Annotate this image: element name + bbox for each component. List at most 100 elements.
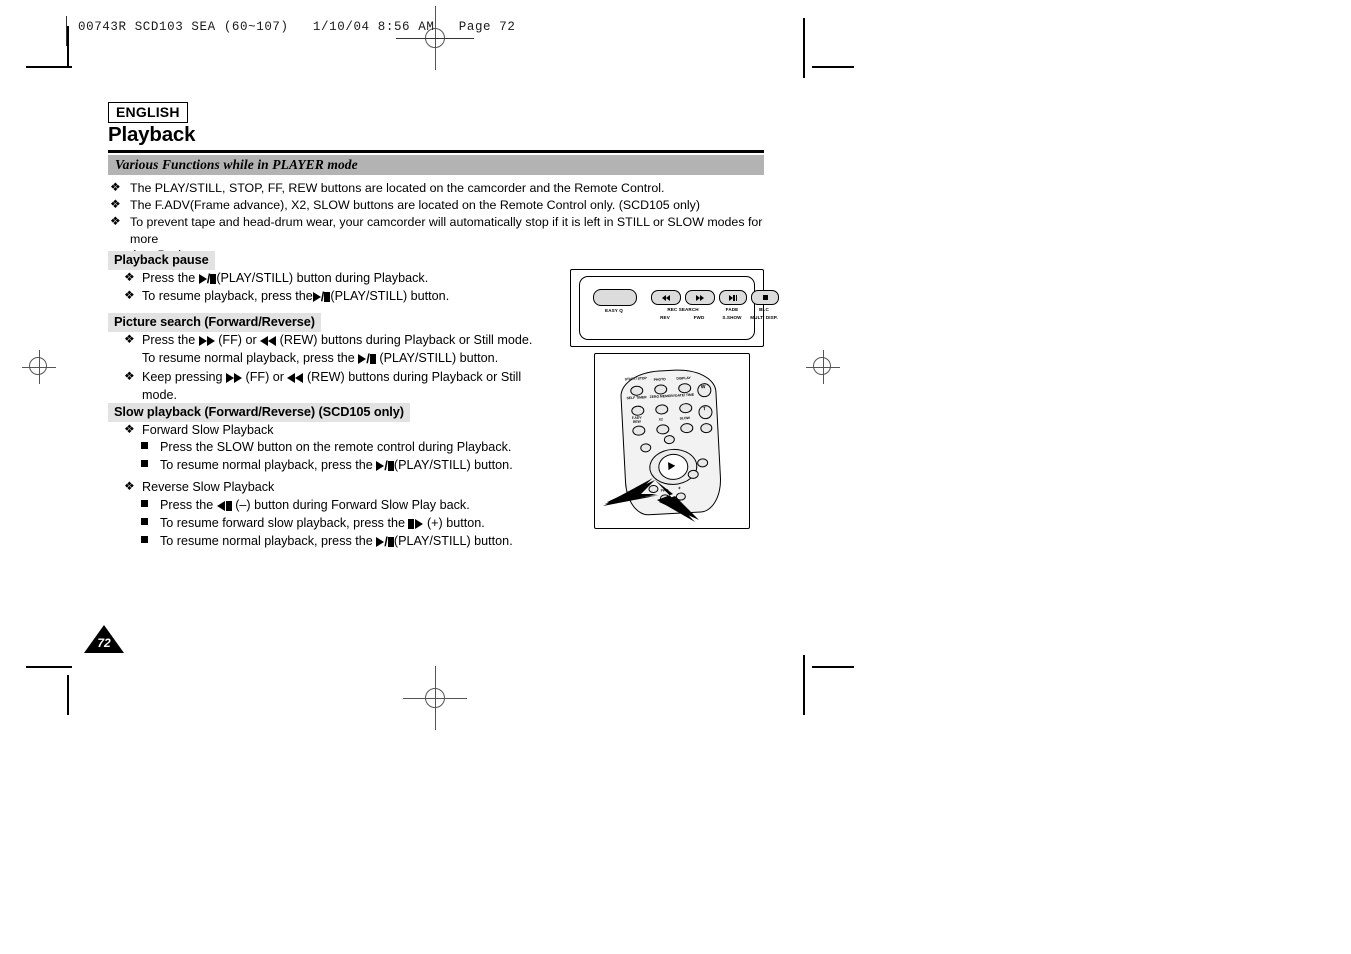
crop-mark-bottom-right-h: [812, 666, 854, 668]
intro-bullet-3: To prevent tape and head-drum wear, your…: [130, 215, 763, 246]
subheading-picture-search: Picture search (Forward/Reverse): [108, 313, 321, 332]
text-segment: To resume normal playback, press the: [160, 534, 377, 549]
rec-search-label: REC SEARCH: [667, 307, 699, 312]
rec-search-rev-button: [651, 290, 681, 305]
reverse-slow-label: Reverse Slow Playback: [142, 480, 275, 495]
registration-mark-left: [22, 350, 56, 384]
square-bullet-icon: [141, 459, 148, 467]
sub-list-item: To resume forward slow playback, press t…: [138, 515, 552, 533]
list-item: ❖ Press the (FF) or (REW) buttons during…: [122, 332, 552, 369]
plus-label: +: [677, 485, 682, 492]
clover-bullet-icon: ❖: [124, 270, 135, 284]
list-item: ❖ The F.ADV(Frame advance), X2, SLOW but…: [110, 197, 770, 214]
rev-label: REV: [660, 315, 670, 320]
slow-plus-button: [675, 492, 687, 501]
slow-button: [680, 422, 694, 434]
slug-left-rule: [66, 16, 67, 46]
pause-bar-icon: [733, 294, 735, 301]
zoom-wide-label: W: [700, 384, 706, 391]
easy-q-label: EASY Q: [605, 308, 623, 313]
play-still-icon: /: [376, 533, 394, 551]
rew-button: [632, 425, 646, 436]
list-item: ❖ Forward Slow Playback: [122, 422, 552, 439]
forward-slow-label: Forward Slow Playback: [142, 423, 274, 437]
slow-label: SLOW: [679, 415, 690, 421]
intro-bullet-2: The F.ADV(Frame advance), X2, SLOW butto…: [130, 198, 700, 213]
square-bullet-icon: [141, 499, 148, 507]
intro-bullet-3-cont: than 5 minutes.: [130, 247, 770, 264]
nav-up-button: [663, 434, 676, 445]
crop-mark-top-right-v: [803, 18, 805, 78]
slug-underline: [396, 38, 474, 39]
slow-forward-icon: [408, 516, 424, 533]
text-segment: (FF) or: [242, 369, 288, 384]
registration-mark-right: [806, 350, 840, 384]
rew-label: REW: [632, 419, 641, 424]
slow-playback-items: ❖ Forward Slow Playback Press the SLOW b…: [122, 422, 552, 552]
text-segment: (FF) or: [214, 333, 261, 347]
print-slug: 00743R SCD103 SEA (60~107) 1/10/04 8:56 …: [78, 20, 516, 34]
pause-bar-icon: [735, 294, 738, 301]
manual-page: 00743R SCD103 SEA (60~107) 1/10/04 8:56 …: [0, 0, 1351, 954]
self-timer-label: SELF TIMER: [626, 395, 647, 401]
list-item: ❖ Reverse Slow Playback: [122, 479, 552, 496]
text-segment: Press the: [160, 497, 217, 512]
text-segment: (REW) buttons during Playback or Still m…: [276, 333, 533, 347]
list-item: ❖ Press the / (PLAY/STILL) button during …: [122, 270, 552, 288]
easy-q-button: [593, 289, 637, 306]
square-bullet-icon: [141, 536, 148, 544]
date-time-button: [678, 402, 693, 414]
camcorder-panel-figure: EASY Q REC SEARCH REV FWD FADE S.SHOW BL…: [570, 269, 779, 347]
zero-memory-button: [655, 404, 669, 415]
display-label: DISPLAY: [676, 375, 691, 381]
registration-mark-bottom: [403, 666, 467, 730]
remote-control-figure: START/ STOP PHOTO DISPLAY SELF TIMER ZER…: [594, 353, 750, 529]
crop-mark-bottom-left-h: [26, 666, 72, 668]
sub-list-item: To resume normal playback, press the / (P…: [138, 457, 552, 475]
sub-list-item: To resume normal playback, press the / (P…: [138, 533, 552, 551]
fast-forward-icon: [700, 294, 704, 301]
crop-mark-top-left-v: [67, 26, 69, 66]
blc-multidisp-button: [751, 290, 779, 305]
fwd-label: FWD: [693, 315, 705, 320]
fade-label: FADE: [725, 307, 739, 312]
list-item: ❖ The PLAY/STILL, STOP, FF, REW buttons …: [110, 180, 770, 197]
blc-label: BLC: [759, 307, 769, 312]
text-segment: (–) button during Forward Slow Play back…: [231, 497, 470, 512]
text-segment: (PLAY/STILL) button.: [375, 351, 499, 366]
slow-reverse-icon: [216, 498, 232, 515]
multidisp-label: MULTI DISP.: [750, 315, 778, 320]
text-segment: Keep pressing: [142, 369, 227, 384]
square-bullet-icon: [141, 518, 148, 526]
sub-list-item: Press the SLOW button on the remote cont…: [138, 439, 552, 456]
zero-memory-label: ZERO MEMORY: [649, 393, 676, 400]
clover-bullet-icon: ❖: [124, 422, 135, 436]
play-icon: [668, 461, 676, 471]
text-segment: To resume normal playback, press the: [142, 351, 359, 366]
start-stop-label: START/ STOP: [624, 376, 647, 382]
play-still-icon: /: [376, 457, 394, 475]
sshow-label: S.SHOW: [722, 315, 742, 320]
clover-bullet-icon: ❖: [110, 197, 121, 212]
rec-search-fwd-button: [685, 290, 715, 305]
date-time-label: DATE/ TIME: [674, 392, 695, 398]
fadv-bottom-button: [659, 494, 671, 503]
intro-bullet-1: The PLAY/STILL, STOP, FF, REW buttons ar…: [130, 181, 665, 195]
text-segment: (PLAY/STILL) button.: [393, 534, 513, 549]
zoom-tele-label: T: [702, 406, 707, 413]
title-rule: [108, 150, 764, 153]
crop-mark-bottom-right-v: [803, 655, 805, 715]
play-still-icon: /: [312, 288, 331, 306]
x2-label: X2: [658, 417, 663, 422]
text-segment: To resume normal playback, press the: [160, 457, 377, 472]
rewind-icon: [287, 370, 304, 387]
clover-bullet-icon: ❖: [124, 368, 135, 383]
clover-bullet-icon: ❖: [124, 288, 135, 303]
play-still-icon: [728, 294, 733, 301]
text-segment: (PLAY/STILL) button.: [393, 457, 513, 472]
photo-label: PHOTO: [653, 377, 666, 382]
section-band: Various Functions while in PLAYER mode: [108, 155, 764, 175]
play-still-icon: /: [358, 350, 376, 368]
page-number: 72: [97, 636, 111, 650]
text-after-glyph: (PLAY/STILL) button during Playback.: [216, 271, 429, 285]
